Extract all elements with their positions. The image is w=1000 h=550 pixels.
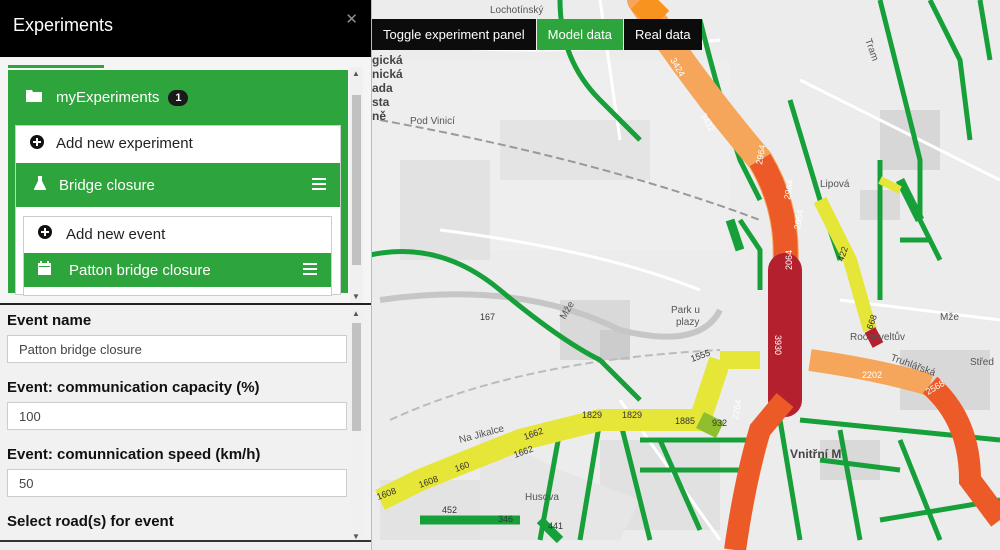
experiment-panel: Experiments ✕ myExperiments 1 Add new ex… [0,0,372,550]
flask-icon [34,176,46,194]
plus-circle-icon [38,225,52,243]
map-water-label: Mže [940,312,959,323]
map-place-label: Lochotínský [490,5,543,16]
speed-label: Event: comunnication speed (km/h) [7,446,261,463]
group-header-myexperiments[interactable]: myExperiments 1 [8,70,348,125]
road-label: 2064 [784,250,794,270]
map-partial-label: ně [372,109,386,123]
event-item-patton-bridge-closure[interactable]: Patton bridge closure [24,253,331,287]
road-label: 452 [442,505,457,515]
map-street-label: Husova [525,492,559,503]
add-experiment-label: Add new experiment [56,135,193,152]
map-place-label: Park u [671,305,700,316]
toggle-experiment-panel-button[interactable]: Toggle experiment panel [372,19,536,50]
add-event-button[interactable]: Add new event [24,217,331,251]
experiment-label: Bridge closure [59,176,155,194]
map-partial-label: nická [372,67,403,81]
road-label: 932 [712,418,727,428]
experiment-group: myExperiments 1 Add new experiment Bridg… [8,70,348,296]
group-label: myExperiments [56,89,160,106]
panel-footer [0,540,371,550]
map-partial-label: gická [372,53,403,67]
scroll-down-icon[interactable]: ▼ [352,292,360,301]
map-street-label: Rooseveltův [850,331,905,343]
event-name-input[interactable] [7,335,347,363]
event-form: Event name Event: communication capacity… [0,305,371,541]
road-label: 2202 [862,370,882,380]
experiment-item-bridge-closure[interactable]: Bridge closure [16,163,340,207]
real-data-button[interactable]: Real data [623,19,702,50]
road-label: 1885 [675,416,695,426]
map-partial-label: ada [372,81,393,95]
map-partial-label: sta [372,95,390,109]
road-label: 167 [480,312,495,322]
event-name-label: Event name [7,312,92,329]
hamburger-menu-icon[interactable] [312,177,326,194]
road-label: 1829 [622,410,642,420]
add-experiment-button[interactable]: Add new experiment [16,126,340,161]
scroll-up-icon[interactable]: ▲ [352,309,360,318]
tree-scrollbar[interactable]: ▲ ▼ [350,67,363,303]
road-label: 346 [498,514,513,524]
capacity-label: Event: communication capacity (%) [7,379,260,396]
map-street-label: Lipová [820,179,850,190]
map-place-label: Střed [970,357,994,368]
group-count-badge: 1 [168,89,189,106]
add-event-label: Add new event [66,225,166,243]
event-list: Add new event Patton bridge closure [23,216,332,296]
road-label: 3930 [773,335,783,355]
scroll-up-icon[interactable]: ▲ [352,69,360,78]
folder-icon [26,89,42,106]
map-place-label: plazy [676,317,699,328]
close-icon[interactable]: ✕ [345,10,358,28]
panel-header: Experiments ✕ [0,0,371,57]
map-district-label: Vnitřní M [790,447,841,461]
road-label: 1829 [582,410,602,420]
calendar-icon [38,261,51,279]
tree-top-bar [8,65,104,68]
park-area [400,160,490,260]
form-scrollbar[interactable]: ▲ ▼ [350,309,363,541]
tree-scrollbar-thumb[interactable] [352,95,361,265]
map-street-label: Pod Vinicí [410,116,455,127]
event-label: Patton bridge closure [69,261,211,279]
form-scrollbar-thumb[interactable] [352,323,361,431]
hamburger-menu-icon[interactable] [303,262,317,279]
experiment-tree: myExperiments 1 Add new experiment Bridg… [0,57,371,303]
capacity-input[interactable] [7,402,347,430]
road-label: 441 [548,521,563,531]
experiment-list: Add new experiment Bridge closure Add ne… [15,125,341,296]
speed-input[interactable] [7,469,347,497]
plus-circle-icon [30,134,44,153]
model-data-button[interactable]: Model data [536,19,623,50]
map-toolbar: Toggle experiment panel Model data Real … [372,19,703,50]
select-roads-label: Select road(s) for event [7,513,174,530]
panel-title: Experiments [13,15,114,35]
